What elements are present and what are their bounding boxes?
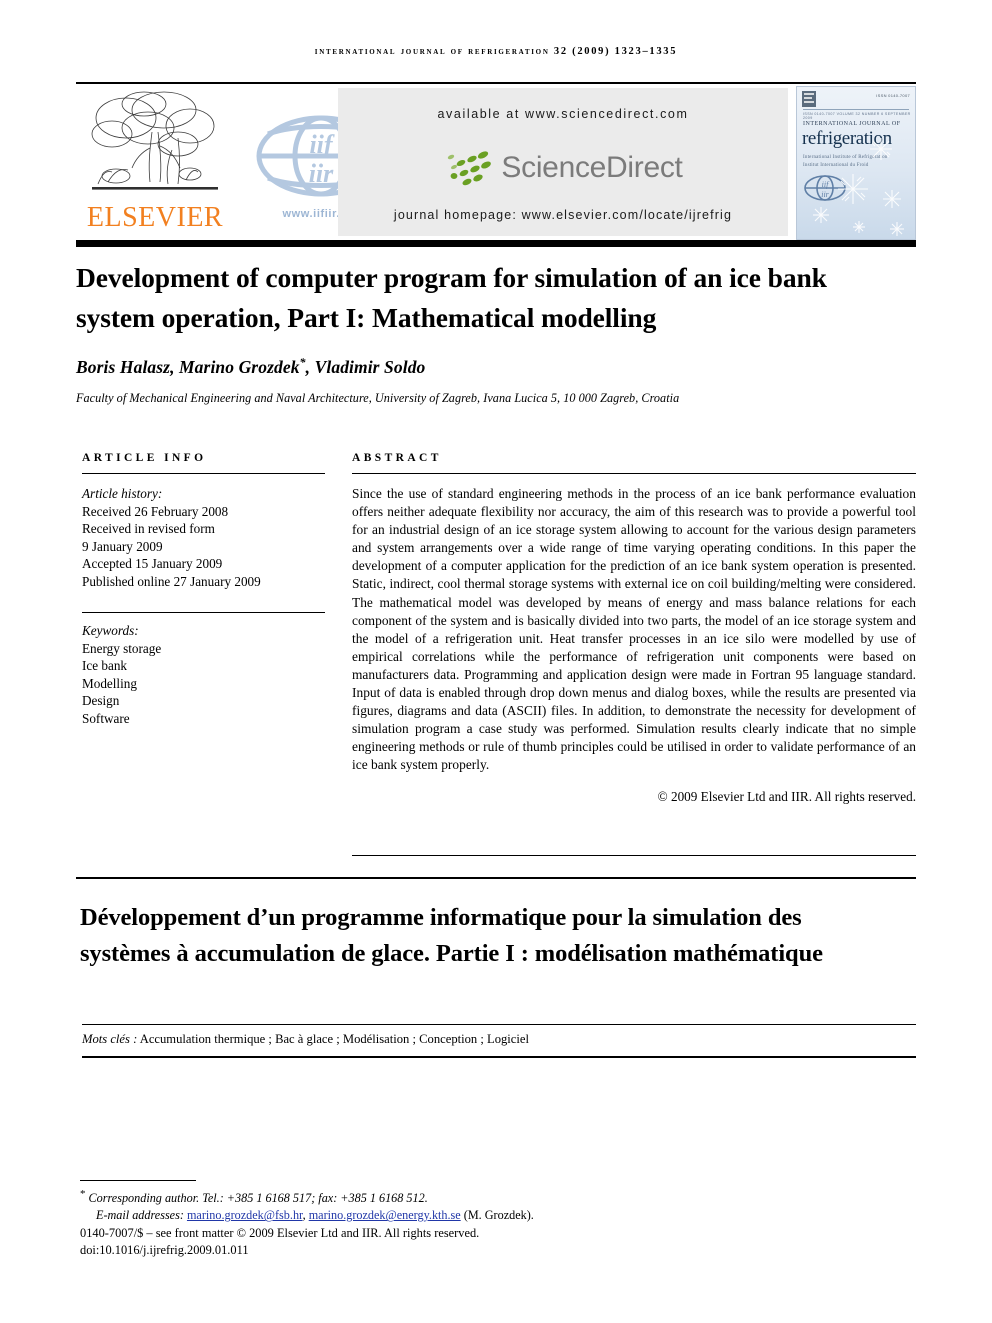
email-link-fsb[interactable]: marino.grozdek@fsb.hr — [187, 1208, 303, 1222]
journal-article-first-page: INTERNATIONAL JOURNAL OF REFRIGERATION 3… — [0, 0, 992, 1323]
article-history-item: Received in revised form — [82, 521, 215, 537]
svg-text:iif: iif — [309, 130, 334, 159]
article-info-column: ARTICLE INFO Article history: Received 2… — [82, 452, 325, 591]
footnote-divider — [80, 1180, 196, 1181]
french-keywords-label: Mots clés : — [82, 1032, 138, 1046]
corresponding-author-text: Corresponding author. Tel.: +385 1 6168 … — [88, 1191, 428, 1206]
cover-snowflakes-icon — [813, 138, 904, 236]
corresponding-author-line: * Corresponding author. Tel.: +385 1 616… — [80, 1186, 780, 1207]
masthead: ELSEVIER iif iir www.iifiir.org availabl… — [76, 86, 916, 240]
doi-line: doi:10.1016/j.ijrefrig.2009.01.011 — [80, 1242, 249, 1257]
email-link-kth[interactable]: marino.grozdek@energy.kth.se — [309, 1208, 461, 1222]
masthead-rule-bottom — [76, 240, 916, 247]
svg-text:iir: iir — [309, 159, 334, 188]
french-keywords: Mots clés : Accumulation thermique ; Bac… — [82, 1032, 916, 1047]
abstract-text: Since the use of standard engineering me… — [352, 486, 916, 773]
article-history-item: 9 January 2009 — [82, 538, 163, 554]
abstract-copyright: © 2009 Elsevier Ltd and IIR. All rights … — [657, 788, 916, 804]
keywords-label: Keywords: — [82, 623, 139, 638]
footnote-star-marker: * — [80, 1188, 86, 1200]
email-attribution: (M. Grozdek). — [460, 1208, 534, 1223]
author-list: Boris Halasz, Marino Grozdek*, Vladimir … — [76, 355, 906, 378]
article-info-heading: ARTICLE INFO — [82, 452, 207, 464]
french-keywords-text: Accumulation thermique ; Bac à glace ; M… — [137, 1032, 529, 1046]
header-rule-top — [76, 82, 916, 84]
french-keywords-rule-bottom — [82, 1056, 916, 1058]
email-line: E-mail addresses: marino.grozdek@fsb.hr,… — [96, 1207, 780, 1224]
sciencedirect-wordmark: ScienceDirect — [501, 151, 683, 184]
abstract-column: ABSTRACT Since the use of standard engin… — [352, 452, 916, 805]
elsevier-wordmark: ELSEVIER — [86, 202, 224, 233]
article-history-item: Published online 27 January 2009 — [82, 573, 261, 589]
journal-homepage-label: journal homepage: www.elsevier.com/locat… — [393, 208, 733, 222]
keyword-item: Modelling — [82, 675, 137, 691]
keywords-column: Keywords: Energy storage Ice bank Modell… — [82, 622, 325, 728]
author-names-rest: , Vladimir Soldo — [305, 356, 426, 377]
keywords-block: Keywords: Energy storage Ice bank Modell… — [82, 622, 325, 728]
sciencedirect-logo: ScienceDirect — [338, 144, 788, 192]
elsevier-tree-icon — [91, 91, 218, 190]
footnote-block: * Corresponding author. Tel.: +385 1 616… — [80, 1186, 780, 1259]
french-keywords-rule-top — [82, 1024, 916, 1025]
running-head: INTERNATIONAL JOURNAL OF REFRIGERATION 3… — [314, 46, 678, 57]
journal-cover-thumbnail: ISSN 0140-7007 ISSN 0140-7007 VOLUME 32 … — [796, 86, 916, 240]
french-title: Développement d’un programme informatiqu… — [80, 904, 823, 967]
sciencedirect-leaf-icon — [448, 151, 492, 186]
affiliation: Faculty of Mechanical Engineering and Na… — [76, 391, 680, 405]
available-at-label: available at www.sciencedirect.com — [437, 107, 689, 121]
sciencedirect-banner: available at www.sciencedirect.com Scien… — [338, 88, 788, 236]
author-names: Boris Halasz, Marino Grozdek — [76, 356, 300, 377]
frontmatter-line: 0140-7007/$ – see front matter © 2009 El… — [80, 1225, 480, 1240]
keyword-item: Software — [82, 710, 130, 726]
article-history-item: Accepted 15 January 2009 — [82, 556, 223, 572]
article-info-rule — [82, 473, 325, 474]
article-history-item: Received 26 February 2008 — [82, 503, 229, 519]
keyword-item: Energy storage — [82, 640, 162, 656]
section-divider-rule — [76, 877, 916, 879]
keyword-item: Design — [82, 693, 120, 709]
page-title: Development of computer program for simu… — [76, 262, 827, 333]
keyword-item: Ice bank — [82, 658, 128, 674]
abstract-rule — [352, 473, 916, 474]
email-label: E-mail addresses: — [96, 1208, 184, 1223]
article-info-rule-bottom — [82, 612, 325, 613]
abstract-rule-bottom — [352, 855, 916, 856]
elsevier-logo: ELSEVIER — [80, 88, 230, 236]
article-history-label: Article history: — [82, 486, 163, 501]
abstract-heading: ABSTRACT — [352, 452, 442, 464]
article-history: Article history: Received 26 February 20… — [82, 485, 325, 591]
